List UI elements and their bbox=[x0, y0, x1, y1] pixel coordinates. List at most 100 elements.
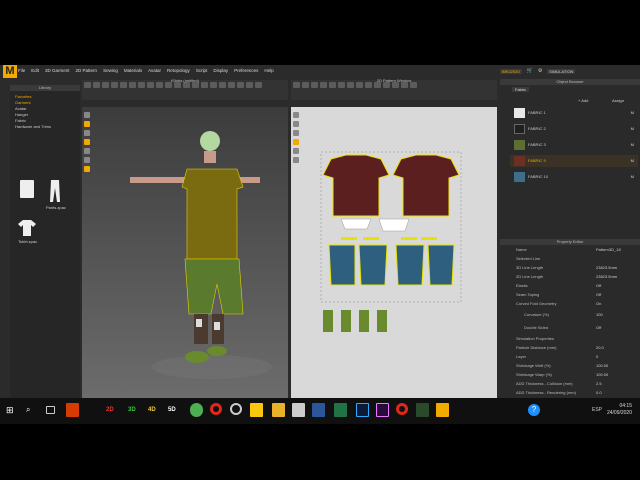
prop-label: Selected Line bbox=[516, 256, 541, 261]
menu-sewing[interactable]: Sewing bbox=[103, 68, 118, 76]
prop-value[interactable]: 23823.5mm bbox=[596, 274, 617, 279]
menu-file[interactable]: File bbox=[18, 68, 25, 76]
library-item-hardware[interactable]: Hardware and Trims bbox=[10, 124, 80, 130]
prop-row: 2D Line Length 23823.5mm bbox=[508, 274, 638, 282]
library-thumb-folder[interactable] bbox=[20, 180, 34, 198]
prop-label: Double Sided bbox=[524, 325, 549, 330]
prop-value[interactable]: 100.00 bbox=[596, 363, 608, 368]
right-panel: Object Browser Fabric + Add Assign FABRI… bbox=[500, 79, 640, 398]
app-2d-icon[interactable]: 2D bbox=[106, 403, 119, 417]
settings-icon[interactable] bbox=[230, 403, 242, 415]
prop-label: 3D Line Length bbox=[516, 265, 544, 270]
license-badge[interactable]: BRO2020 bbox=[500, 68, 522, 74]
3d-garment-viewport[interactable] bbox=[82, 107, 288, 398]
prop-label: ADD Thickness - Collision (mm) bbox=[516, 381, 573, 386]
prop-section[interactable]: Simulation Properties bbox=[508, 336, 638, 344]
menu-help[interactable]: Help bbox=[264, 68, 273, 76]
add-fabric-button[interactable]: + Add bbox=[578, 98, 588, 103]
photoshop-icon[interactable] bbox=[356, 403, 369, 417]
prop-value[interactable]: Pattern3D_18 bbox=[596, 247, 621, 252]
fabric-swatch bbox=[514, 124, 525, 134]
fabric-row-selected[interactable]: FABRIC 9 M bbox=[510, 155, 638, 167]
sticky-notes-icon[interactable] bbox=[250, 403, 263, 417]
prop-section[interactable]: Selected Line bbox=[508, 256, 638, 264]
chrome-icon[interactable] bbox=[190, 403, 203, 417]
fabric-row[interactable]: FABRIC 1 M bbox=[510, 107, 638, 119]
prop-value[interactable]: 20.0 bbox=[596, 345, 604, 350]
menu-3d-garment[interactable]: 3D Garment bbox=[45, 68, 70, 76]
menu-retopology[interactable]: Retopology bbox=[167, 68, 190, 76]
top-right-controls: BRO2020 🛒 ⚙ SIMULATION bbox=[500, 68, 576, 74]
property-editor-title: Property Editor bbox=[500, 239, 640, 245]
fabric-row[interactable]: FABRIC 10 M bbox=[510, 171, 638, 183]
opera-icon[interactable] bbox=[210, 403, 222, 415]
pants-icon bbox=[50, 180, 60, 202]
menu-display[interactable]: Display bbox=[213, 68, 228, 76]
prop-label: Elastic bbox=[516, 283, 528, 288]
opera-gx-icon[interactable] bbox=[396, 403, 408, 415]
prop-value[interactable]: Off bbox=[596, 325, 601, 330]
prop-row: Elastic Off bbox=[508, 283, 638, 291]
prop-row: Shrinkage Warp (%) 100.00 bbox=[508, 372, 638, 380]
mode-selector[interactable]: SIMULATION bbox=[547, 68, 576, 74]
library-thumb-pants[interactable] bbox=[50, 180, 60, 202]
menu-script[interactable]: Script bbox=[196, 68, 208, 76]
fabric-row[interactable]: FABRIC 3 M bbox=[510, 139, 638, 151]
prop-value[interactable]: 100 bbox=[596, 312, 603, 317]
fabric-row[interactable]: FABRIC 2 M bbox=[510, 123, 638, 135]
app-4d-icon[interactable]: 4D bbox=[148, 403, 161, 417]
search-icon[interactable]: ⌕ bbox=[26, 403, 39, 417]
2d-pattern-viewport[interactable] bbox=[291, 107, 497, 398]
prop-value[interactable]: Off bbox=[596, 283, 601, 288]
library-thumb-tshirt[interactable] bbox=[18, 220, 36, 236]
excel-icon[interactable] bbox=[334, 403, 347, 417]
prop-label: Simulation Properties bbox=[516, 336, 555, 341]
menu-bar: File Edit 3D Garment 2D Pattern Sewing M… bbox=[18, 68, 274, 76]
prop-value[interactable]: 100.00 bbox=[596, 372, 608, 377]
marvelous-designer-icon[interactable] bbox=[436, 403, 449, 417]
prop-value[interactable]: On bbox=[596, 301, 601, 306]
prop-value[interactable]: 0.0 bbox=[596, 390, 602, 395]
gear-icon[interactable]: ⚙ bbox=[538, 68, 542, 74]
prop-value[interactable]: 23823.5mm bbox=[596, 265, 617, 270]
file-explorer-icon[interactable] bbox=[272, 403, 285, 417]
app-3d-icon[interactable]: 3D bbox=[128, 403, 141, 417]
thumb-label-pants: Pants.zpac bbox=[46, 205, 66, 210]
prop-label: Layer bbox=[516, 354, 527, 359]
prop-row: Double Sided Off bbox=[508, 325, 638, 333]
fabric-m: M bbox=[630, 174, 634, 179]
menu-2d-pattern[interactable]: 2D Pattern bbox=[76, 68, 98, 76]
menu-materials[interactable]: Materials bbox=[124, 68, 142, 76]
fabric-name: FABRIC 3 bbox=[528, 142, 546, 147]
menu-edit[interactable]: Edit bbox=[31, 68, 39, 76]
prop-label: Shrinkage Warp (%) bbox=[516, 372, 552, 377]
assign-button[interactable]: Assign bbox=[612, 98, 624, 103]
prop-label: Particle Distance (mm) bbox=[516, 345, 557, 350]
menu-preferences[interactable]: Preferences bbox=[234, 68, 258, 76]
mail-icon[interactable] bbox=[292, 403, 305, 417]
cart-icon[interactable]: 🛒 bbox=[527, 68, 533, 74]
prop-label: 2D Line Length bbox=[516, 274, 544, 279]
windows-start-icon[interactable]: ⊞ bbox=[6, 403, 19, 417]
language-indicator[interactable]: ESP bbox=[592, 407, 602, 413]
menu-avatar[interactable]: Avatar bbox=[148, 68, 161, 76]
fabric-swatch bbox=[514, 140, 525, 150]
3d-window-title: tShirts (untitled) bbox=[170, 78, 199, 83]
prop-value[interactable]: 2.5 bbox=[596, 381, 602, 386]
prop-label: ADD Thickness - Rendering (mm) bbox=[516, 390, 576, 395]
system-clock[interactable]: 04:15 24/09/2020 bbox=[607, 403, 632, 417]
gaming-icon[interactable] bbox=[416, 403, 429, 417]
app-5d-icon[interactable]: 5D bbox=[168, 403, 181, 417]
word-icon[interactable] bbox=[312, 403, 325, 417]
office-icon[interactable] bbox=[66, 403, 79, 417]
library-title: Library bbox=[10, 85, 80, 91]
task-view-icon[interactable] bbox=[46, 406, 55, 414]
tab-fabric[interactable]: Fabric bbox=[512, 87, 530, 92]
fabric-m: M bbox=[630, 142, 634, 147]
help-icon[interactable]: ? bbox=[528, 404, 540, 416]
prop-value[interactable]: Off bbox=[596, 292, 601, 297]
fabric-name: FABRIC 10 bbox=[528, 174, 549, 179]
fabric-m: M bbox=[630, 126, 634, 131]
premiere-icon[interactable] bbox=[376, 403, 389, 417]
prop-value[interactable]: 0 bbox=[596, 354, 598, 359]
